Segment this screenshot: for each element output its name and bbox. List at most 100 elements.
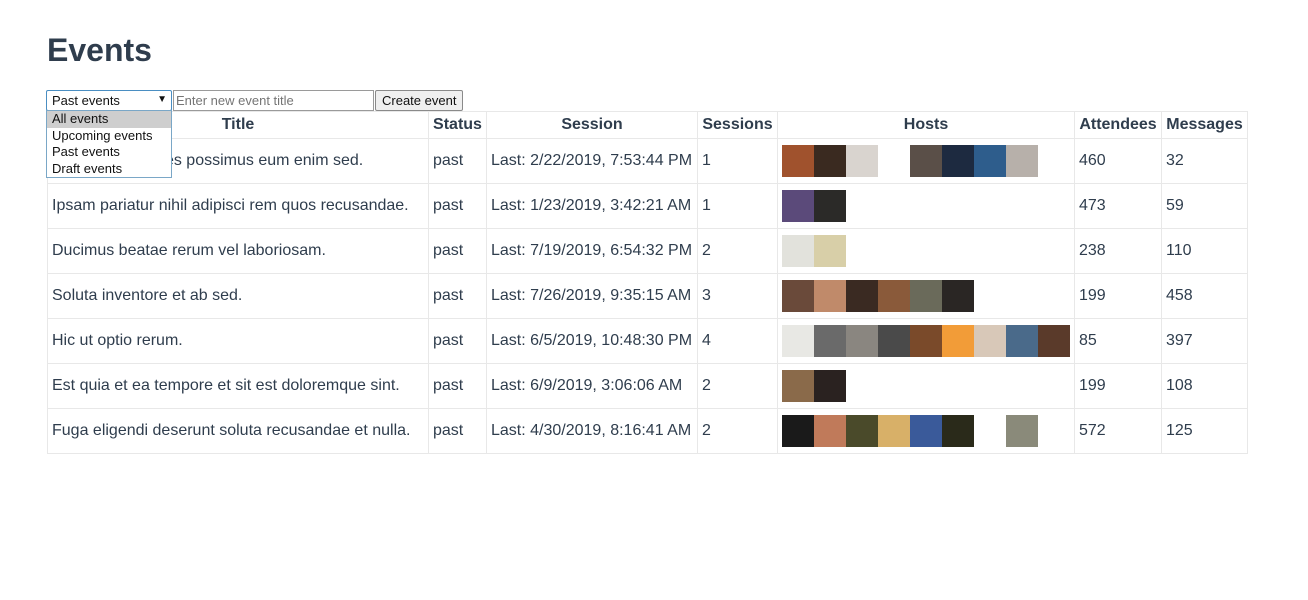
column-header-attendees[interactable]: Attendees [1074,111,1162,139]
host-avatar-list [782,280,1070,312]
column-header-hosts[interactable]: Hosts [777,111,1075,139]
event-attendees: 473 [1074,183,1162,229]
avatar[interactable] [910,415,942,447]
events-table: Title Status Session Sessions Hosts Atte… [47,111,1248,454]
event-hosts [777,363,1075,409]
new-event-title-input[interactable] [173,90,374,111]
avatar[interactable] [814,370,846,402]
avatar[interactable] [814,235,846,267]
avatar[interactable] [878,145,910,177]
event-hosts [777,183,1075,229]
event-attendees: 572 [1074,408,1162,454]
table-row[interactable]: Ipsam pariatur nihil adipisci rem quos r… [47,183,1248,229]
event-title[interactable]: Ipsam pariatur nihil adipisci rem quos r… [47,183,429,229]
avatar[interactable] [782,145,814,177]
avatar[interactable] [1006,415,1038,447]
avatar[interactable] [782,415,814,447]
event-title[interactable]: Hic ut optio rerum. [47,318,429,364]
event-status: past [428,318,487,364]
event-hosts [777,318,1075,364]
avatar[interactable] [782,280,814,312]
event-status: past [428,408,487,454]
avatar[interactable] [846,280,878,312]
event-sessions-count: 1 [697,138,778,184]
host-avatar-list [782,325,1070,357]
column-header-messages[interactable]: Messages [1161,111,1248,139]
event-session: Last: 7/19/2019, 6:54:32 PM [486,228,698,274]
avatar[interactable] [846,415,878,447]
event-status: past [428,273,487,319]
avatar[interactable] [974,415,1006,447]
event-attendees: 460 [1074,138,1162,184]
avatar[interactable] [910,145,942,177]
avatar[interactable] [878,280,910,312]
avatar[interactable] [942,145,974,177]
column-header-status[interactable]: Status [428,111,487,139]
event-title[interactable]: Fuga eligendi deserunt soluta recusandae… [47,408,429,454]
avatar[interactable] [814,415,846,447]
event-title[interactable]: Soluta inventore et ab sed. [47,273,429,319]
table-row[interactable]: Fuga eligendi deserunt soluta recusandae… [47,408,1248,454]
event-hosts [777,138,1075,184]
event-session: Last: 7/26/2019, 9:35:15 AM [486,273,698,319]
table-row[interactable]: Hic ut optio rerum. past Last: 6/5/2019, 1… [47,318,1248,364]
event-attendees: 85 [1074,318,1162,364]
event-filter-select[interactable]: Past events ▼ [46,90,172,111]
event-messages: 59 [1161,183,1248,229]
avatar[interactable] [846,145,878,177]
avatar[interactable] [942,325,974,357]
avatar[interactable] [910,280,942,312]
event-title[interactable]: Est quia et ea tempore et sit est dolore… [47,363,429,409]
table-row[interactable]: Quisquam dolores possimus eum enim sed. p… [47,138,1248,184]
table-row[interactable]: Ducimus beatae rerum vel laboriosam. past… [47,228,1248,274]
event-status: past [428,183,487,229]
column-header-session[interactable]: Session [486,111,698,139]
avatar[interactable] [1006,325,1038,357]
events-table-body: Quisquam dolores possimus eum enim sed. p… [47,138,1248,454]
avatar[interactable] [942,280,974,312]
filter-option[interactable]: Past events [47,144,171,161]
events-toolbar: Past events ▼ Create event [46,90,464,111]
avatar[interactable] [782,325,814,357]
avatar[interactable] [782,190,814,222]
avatar[interactable] [974,145,1006,177]
filter-option[interactable]: Upcoming events [47,128,171,145]
create-event-button[interactable]: Create event [375,90,464,111]
avatar[interactable] [1006,145,1038,177]
event-title[interactable]: Ducimus beatae rerum vel laboriosam. [47,228,429,274]
avatar[interactable] [878,325,910,357]
event-messages: 32 [1161,138,1248,184]
avatar[interactable] [910,325,942,357]
event-status: past [428,228,487,274]
filter-option[interactable]: All events [47,111,171,128]
event-session: Last: 6/9/2019, 3:06:06 AM [486,363,698,409]
avatar[interactable] [974,325,1006,357]
event-filter-dropdown: All events Upcoming events Past events Draf… [46,110,172,178]
avatar[interactable] [814,190,846,222]
avatar[interactable] [942,415,974,447]
page-title: Events [47,32,152,68]
host-avatar-list [782,145,1070,177]
event-attendees: 199 [1074,363,1162,409]
avatar[interactable] [782,370,814,402]
table-row[interactable]: Est quia et ea tempore et sit est dolore… [47,363,1248,409]
avatar[interactable] [782,235,814,267]
avatar[interactable] [846,325,878,357]
avatar[interactable] [1038,325,1070,357]
column-header-sessions[interactable]: Sessions [697,111,778,139]
avatar[interactable] [878,415,910,447]
event-sessions-count: 2 [697,228,778,274]
event-session: Last: 1/23/2019, 3:42:21 AM [486,183,698,229]
avatar[interactable] [846,370,878,402]
event-sessions-count: 1 [697,183,778,229]
event-messages: 458 [1161,273,1248,319]
event-sessions-count: 2 [697,363,778,409]
event-sessions-count: 3 [697,273,778,319]
avatar[interactable] [814,145,846,177]
event-status: past [428,363,487,409]
avatar[interactable] [814,280,846,312]
host-avatar-list [782,370,1070,402]
table-row[interactable]: Soluta inventore et ab sed. past Last: 7/2… [47,273,1248,319]
filter-option[interactable]: Draft events [47,161,171,178]
avatar[interactable] [814,325,846,357]
